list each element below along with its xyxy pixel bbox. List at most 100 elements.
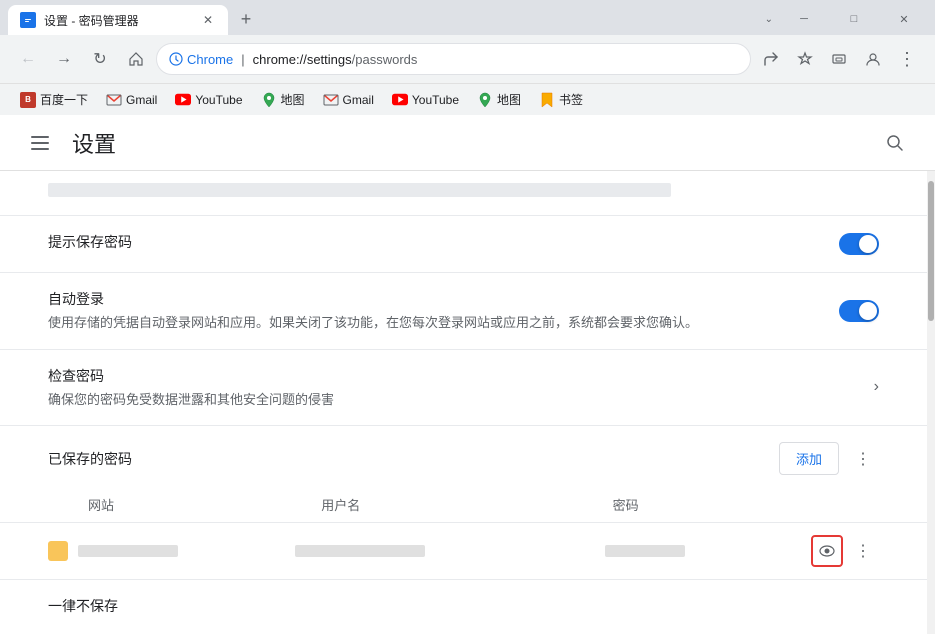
toggle-knob-save	[859, 235, 877, 253]
bookmark-baidu[interactable]: B 百度一下	[12, 87, 96, 112]
maps1-icon	[261, 92, 277, 108]
maximize-button[interactable]: □	[831, 7, 877, 31]
check-password-content: 检查密码 确保您的密码免受数据泄露和其他安全问题的侵害	[48, 366, 874, 410]
add-password-button[interactable]: 添加	[779, 442, 839, 475]
settings-main: 提示保存密码 自动登录 使用存储的凭据自动登录网站和应用。如果关闭了该功能，在您…	[0, 171, 927, 634]
bookmarks-icon	[539, 92, 555, 108]
maps2-label: 地图	[497, 91, 521, 108]
navbar-right-icons: ⋮	[755, 43, 923, 75]
username-blurred	[295, 545, 425, 557]
maps2-icon	[477, 92, 493, 108]
check-password-row[interactable]: 检查密码 确保您的密码免受数据泄露和其他安全问题的侵害 ›	[0, 350, 927, 427]
gmail2-icon	[323, 92, 339, 108]
scrollbar[interactable]	[927, 171, 935, 634]
cutoff-text-1	[48, 183, 671, 197]
navbar: ← → ↻ Chrome | chrome://settings/passwor…	[0, 35, 935, 83]
auto-login-desc: 使用存储的凭据自动登录网站和应用。如果关闭了该功能，在您每次登录网站或应用之前，…	[48, 313, 815, 333]
youtube1-icon	[175, 92, 191, 108]
tab-close-button[interactable]: ✕	[200, 12, 216, 28]
url-text: chrome://settings/passwords	[253, 52, 738, 67]
bookmark-maps2[interactable]: 地图	[469, 87, 529, 112]
col-header-username: 用户名	[321, 495, 612, 514]
saved-passwords-actions: 添加 ⋮	[779, 442, 879, 475]
close-button[interactable]: ✕	[881, 7, 927, 31]
saved-passwords-section: 已保存的密码 添加 ⋮	[0, 426, 927, 475]
site-name-blurred	[78, 545, 178, 557]
baidu-label: 百度一下	[40, 91, 88, 108]
menu-button[interactable]: ⋮	[891, 43, 923, 75]
col-header-password: 密码	[613, 495, 807, 514]
auto-login-title: 自动登录	[48, 289, 815, 309]
bookmark-gmail2[interactable]: Gmail	[315, 88, 382, 112]
settings-search-button[interactable]	[879, 127, 911, 159]
save-prompt-title: 提示保存密码	[48, 232, 839, 252]
home-button[interactable]	[120, 43, 152, 75]
tab-bar: 设置 - 密码管理器 ✕ +	[8, 5, 765, 35]
reload-button[interactable]: ↻	[84, 43, 116, 75]
reveal-password-button[interactable]	[811, 535, 843, 567]
tab-favicon	[20, 12, 36, 28]
settings-content: 提示保存密码 自动登录 使用存储的凭据自动登录网站和应用。如果关闭了该功能，在您…	[0, 171, 935, 634]
scrollbar-thumb	[928, 181, 934, 321]
bookmark-youtube1[interactable]: YouTube	[167, 88, 250, 112]
never-save-section: 一律不保存	[0, 580, 927, 632]
youtube2-label: YouTube	[412, 93, 459, 107]
bookmark-youtube2[interactable]: YouTube	[384, 88, 467, 112]
username-cell	[295, 545, 604, 557]
minimize-button[interactable]: ─	[781, 7, 827, 31]
auto-login-content: 自动登录 使用存储的凭据自动登录网站和应用。如果关闭了该功能，在您每次登录网站或…	[48, 289, 815, 333]
toggle-knob-auto	[859, 302, 877, 320]
bookmark-star-button[interactable]	[789, 43, 821, 75]
youtube2-icon	[392, 92, 408, 108]
bookmark-gmail1[interactable]: Gmail	[98, 88, 165, 112]
password-cell	[605, 545, 811, 557]
forward-button[interactable]: →	[48, 43, 80, 75]
password-table-header: 网站 用户名 密码	[0, 487, 927, 523]
share-button[interactable]	[755, 43, 787, 75]
saved-passwords-title: 已保存的密码	[48, 449, 132, 469]
security-label: Chrome	[187, 52, 233, 67]
never-save-title: 一律不保存	[48, 596, 879, 616]
settings-header: 设置	[0, 115, 935, 171]
password-blurred	[605, 545, 685, 557]
youtube1-label: YouTube	[195, 93, 242, 107]
hamburger-menu-button[interactable]	[24, 127, 56, 159]
active-tab[interactable]: 设置 - 密码管理器 ✕	[8, 5, 228, 35]
tab-title: 设置 - 密码管理器	[44, 12, 192, 29]
back-button[interactable]: ←	[12, 43, 44, 75]
saved-passwords-header: 已保存的密码 添加 ⋮	[48, 442, 879, 475]
saved-passwords-more-button[interactable]: ⋮	[847, 443, 879, 475]
baidu-icon: B	[20, 92, 36, 108]
cutoff-section	[0, 171, 927, 216]
settings-page-title: 设置	[72, 127, 116, 159]
site-favicon	[48, 541, 68, 561]
address-bar[interactable]: Chrome | chrome://settings/passwords	[156, 43, 751, 75]
password-row-more-button[interactable]: ⋮	[847, 535, 879, 567]
col-header-site: 网站	[48, 495, 321, 514]
bookmarks-bar: B 百度一下 Gmail YouTube 地图 Gmail YouTube	[0, 83, 935, 115]
url-separator: |	[241, 52, 244, 67]
cast-button[interactable]	[823, 43, 855, 75]
maps1-label: 地图	[281, 91, 305, 108]
window-controls: ⌄ ─ □ ✕	[765, 7, 927, 31]
save-prompt-content: 提示保存密码	[48, 232, 839, 256]
col-header-actions	[807, 495, 879, 514]
url-domain: chrome://settings	[253, 52, 352, 67]
gmail1-icon	[106, 92, 122, 108]
save-prompt-toggle[interactable]	[839, 233, 879, 255]
auto-login-row: 自动登录 使用存储的凭据自动登录网站和应用。如果关闭了该功能，在您每次登录网站或…	[0, 273, 927, 350]
check-password-arrow: ›	[874, 378, 879, 396]
save-prompt-row: 提示保存密码	[0, 216, 927, 273]
password-row: ⋮	[0, 523, 927, 580]
account-button[interactable]	[857, 43, 889, 75]
new-tab-button[interactable]: +	[232, 5, 260, 33]
minimize-icon: ⌄	[765, 14, 773, 25]
auto-login-toggle[interactable]	[839, 300, 879, 322]
bookmark-bookmarks[interactable]: 书签	[531, 87, 591, 112]
site-cell	[48, 541, 295, 561]
settings-page: 设置 提示保存密码	[0, 115, 935, 634]
gmail2-label: Gmail	[343, 93, 374, 107]
password-row-actions: ⋮	[811, 535, 879, 567]
bookmark-maps1[interactable]: 地图	[253, 87, 313, 112]
check-password-desc: 确保您的密码免受数据泄露和其他安全问题的侵害	[48, 390, 874, 410]
